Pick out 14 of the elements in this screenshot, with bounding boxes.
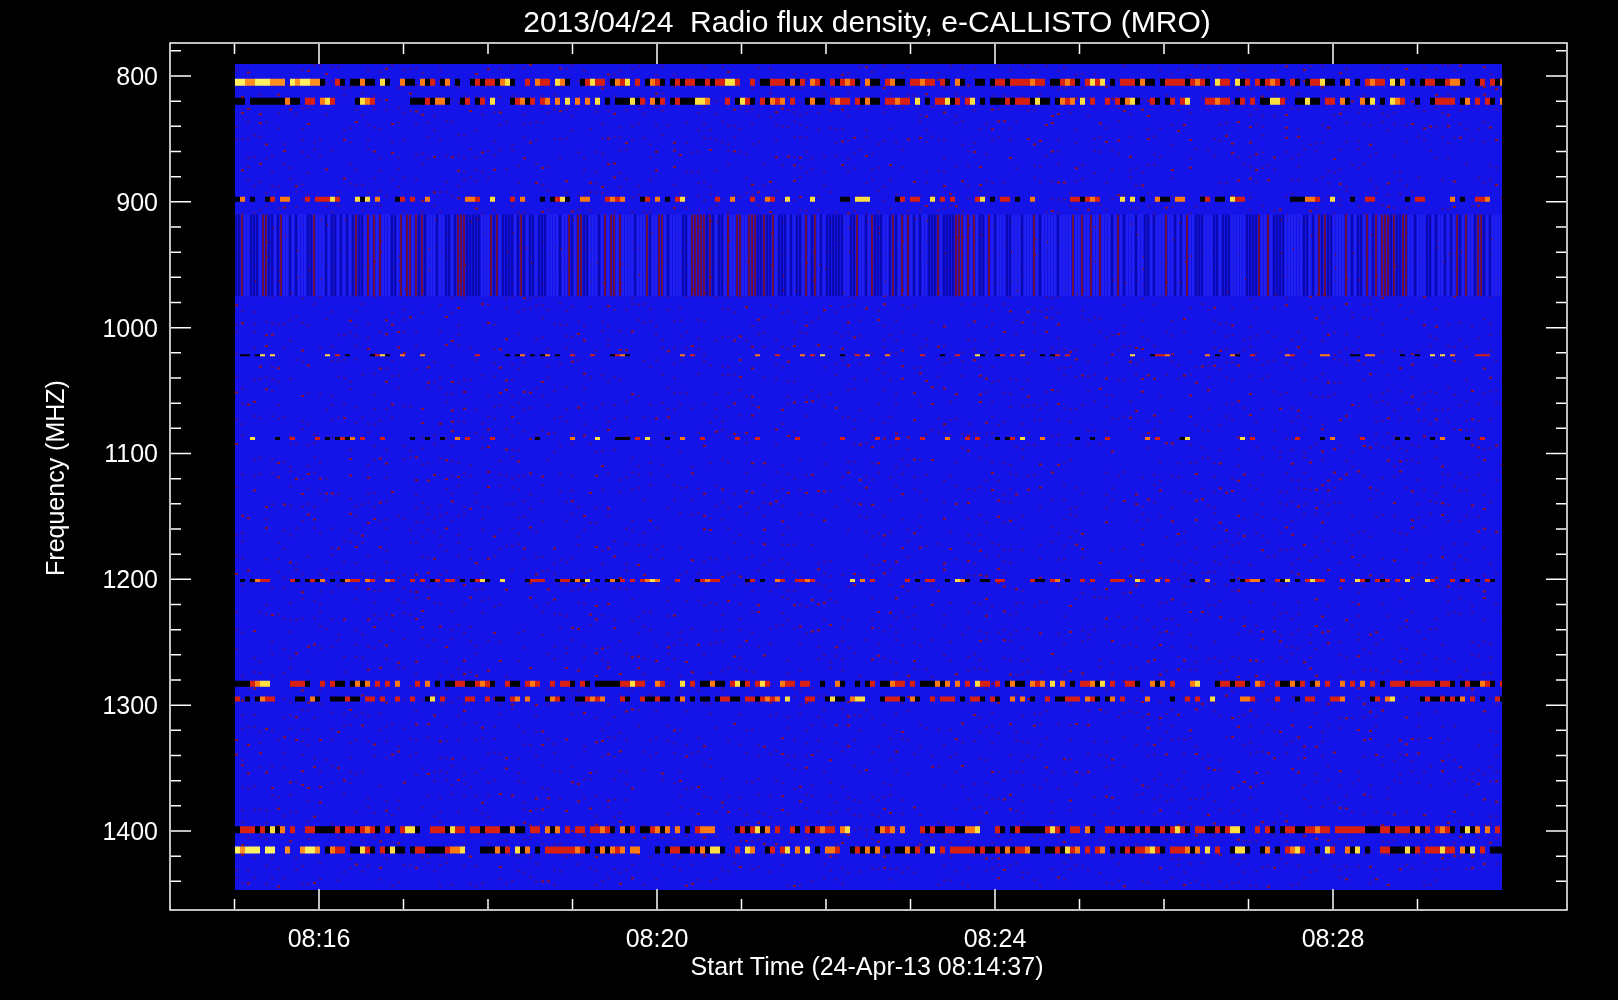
tick-label: 1400	[102, 817, 158, 845]
tick-label: 800	[116, 62, 158, 90]
axis-title: Start Time (24-Apr-13 08:14:37)	[690, 952, 1044, 980]
tick-label: 1200	[102, 565, 158, 594]
chart-title: 2013/04/24 Radio flux density, e-CALLISTO (MRO)	[523, 5, 1211, 38]
tick-label: 900	[116, 187, 158, 216]
tick-label: 1300	[102, 691, 158, 720]
axis-title: Frequency (MHZ)	[41, 380, 69, 576]
tick-label: 1100	[104, 439, 158, 468]
tick-label: 08:20	[625, 924, 689, 952]
tick-label: 1000	[102, 313, 158, 342]
tick-label: 08:16	[287, 924, 351, 952]
tick-label: 08:24	[963, 924, 1027, 952]
tick-label: 08:28	[1301, 924, 1365, 952]
